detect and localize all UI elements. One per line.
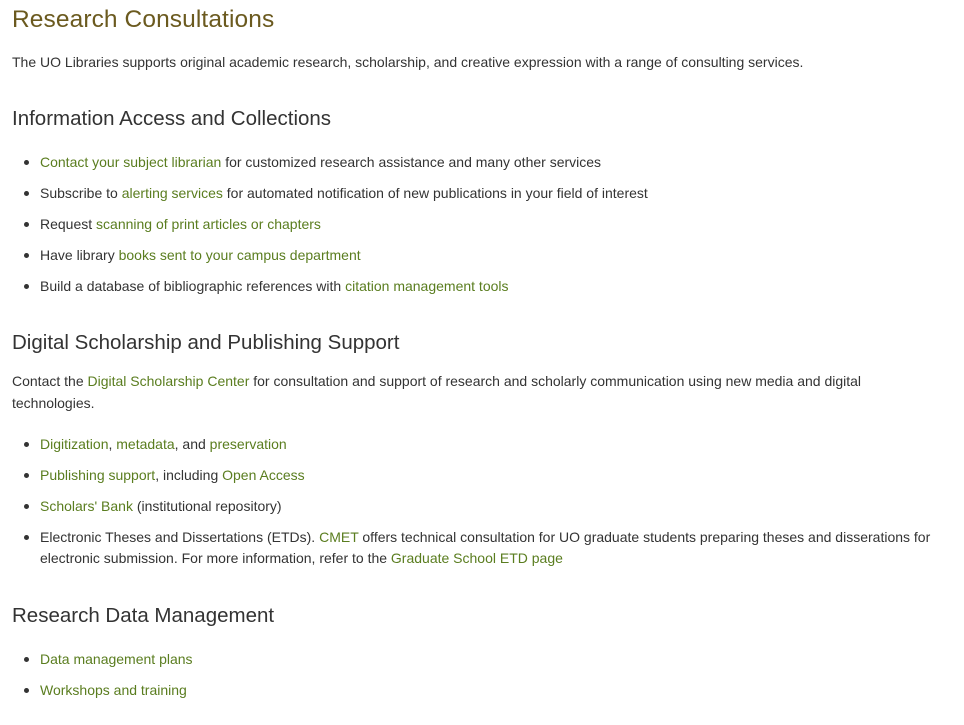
list-item-text: for automated notification of new public… [222,185,648,201]
intro-paragraph: The UO Libraries supports original acade… [12,54,804,70]
list-item-text: Have library [40,247,119,263]
scholars-bank-link[interactable]: Scholars' Bank [40,498,133,514]
list-item-scanning: Request scanning of print articles or ch… [12,214,952,235]
cmet-link[interactable]: CMET [319,529,358,545]
list-information-access: Contact your subject librarian for custo… [12,152,952,307]
list-item-publishing: Publishing support, including Open Acces… [12,465,952,486]
list-item-text: Electronic Theses and Dissertations (ETD… [40,529,320,545]
graduate-school-etd-link[interactable]: Graduate School ETD page [391,550,563,566]
data-management-plans-link[interactable]: Data management plans [40,651,193,667]
publishing-support-link[interactable]: Publishing support [40,467,155,483]
digital-intro-paragraph: Contact the Digital Scholarship Center f… [12,370,932,414]
workshops-training-link[interactable]: Workshops and training [40,682,187,698]
heading-information-access: Information Access and Collections [12,107,332,130]
heading-research-data-management: Research Data Management [12,604,275,627]
list-item-text: for customized research assistance and m… [221,154,602,170]
scanning-link[interactable]: scanning of print articles or chapters [96,216,321,232]
citation-tools-link[interactable]: citation management tools [345,278,508,294]
books-delivery-link[interactable]: books sent to your campus department [119,247,361,263]
digitization-link[interactable]: Digitization [40,436,108,452]
open-access-link[interactable]: Open Access [222,467,305,483]
list-item-text: , including [155,467,223,483]
list-item-text: Subscribe to [40,185,122,201]
list-item-digitization: Digitization, metadata, and preservation [12,434,952,455]
list-item-workshops: Workshops and training [12,680,952,701]
list-item-data-management-plans: Data management plans [12,649,952,670]
list-item-text: (institutional repository) [132,498,282,514]
digital-scholarship-center-link[interactable]: Digital Scholarship Center [88,373,250,389]
list-digital-scholarship: Digitization, metadata, and preservation… [12,434,952,579]
list-item-text: , and [174,436,210,452]
list-item-text: Build a database of bibliographic refere… [40,278,346,294]
list-item-etd: Electronic Theses and Dissertations (ETD… [12,527,952,569]
list-item-scholars-bank: Scholars' Bank (institutional repository… [12,496,952,517]
list-research-data-management: Data management plans Workshops and trai… [12,649,952,711]
list-item-citation-tools: Build a database of bibliographic refere… [12,276,952,297]
list-item-subject-librarian: Contact your subject librarian for custo… [12,152,952,173]
list-item-alerting-services: Subscribe to alerting services for autom… [12,183,952,204]
metadata-link[interactable]: metadata [116,436,174,452]
list-item-text: Request [40,216,97,232]
paragraph-text: Contact the [12,373,88,389]
list-item-books-delivery: Have library books sent to your campus d… [12,245,952,266]
page-title: Research Consultations [12,6,275,33]
preservation-link[interactable]: preservation [210,436,287,452]
heading-digital-scholarship: Digital Scholarship and Publishing Suppo… [12,331,400,354]
subject-librarian-link[interactable]: Contact your subject librarian [40,154,221,170]
alerting-services-link[interactable]: alerting services [122,185,223,201]
